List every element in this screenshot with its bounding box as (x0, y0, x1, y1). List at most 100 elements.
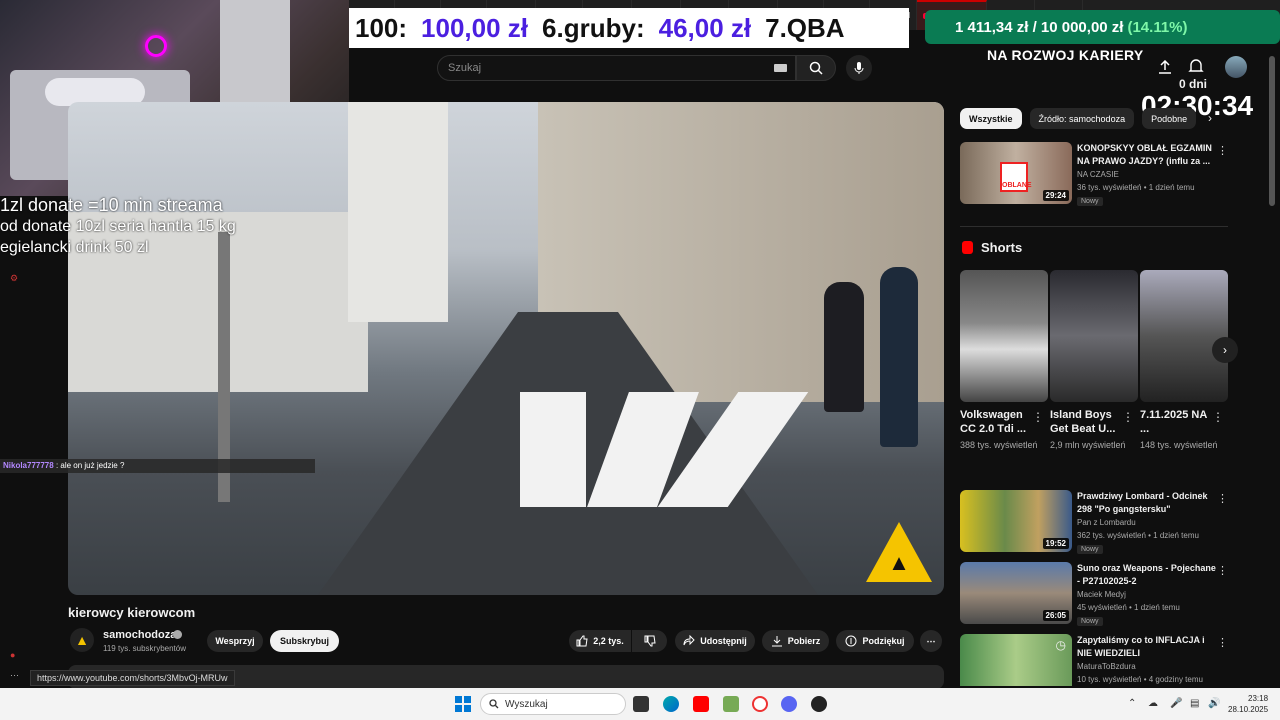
recommended-video[interactable]: ◷ Zapytaliśmy co to INFLACJA i NIE WIEDZ… (960, 634, 1228, 686)
donate-line: egielancki drink 50 zl (0, 239, 149, 256)
more-icon[interactable]: ⋯ (10, 670, 22, 682)
upload-icon[interactable] (1158, 59, 1172, 79)
video-channel[interactable]: Maciek Medyj (1077, 590, 1126, 599)
clock-icon: ◷ (1055, 638, 1066, 652)
chat-username: Nikola777778 (3, 461, 54, 470)
youtube-icon[interactable] (693, 696, 709, 712)
search-icon (489, 699, 499, 709)
kebab-menu-icon[interactable]: ⋮ (1217, 564, 1228, 577)
kebab-menu-icon[interactable]: ⋮ (1212, 410, 1224, 424)
divider (960, 226, 1228, 227)
short-title[interactable]: 7.11.2025 NA ... (1140, 408, 1216, 436)
join-button[interactable]: Wesprzyj (207, 630, 263, 652)
video-thumbnail[interactable]: 19:52 (960, 490, 1072, 552)
more-actions-button[interactable]: ⋯ (920, 630, 942, 652)
video-title[interactable]: Suno oraz Weapons - Pojechane - P2710202… (1077, 562, 1217, 588)
scrollbar[interactable] (1269, 56, 1275, 206)
short-title[interactable]: Island Boys Get Beat U... (1050, 408, 1126, 436)
volume-icon[interactable]: 🔊 (1208, 698, 1220, 709)
recommended-video[interactable]: OBLANE 29:24 KONOPSKYY OBLAŁ EGZAMIN NA … (960, 142, 1228, 206)
chevron-right-icon[interactable]: › (1208, 111, 1212, 125)
video-channel[interactable]: NA CZASIE (1077, 170, 1119, 179)
discord-icon[interactable] (781, 696, 797, 712)
network-icon[interactable]: ▤ (1190, 698, 1199, 709)
kebab-menu-icon[interactable]: ⋮ (1217, 144, 1228, 157)
short-title[interactable]: Volkswagen CC 2.0 Tdi ... (960, 408, 1036, 436)
share-button[interactable]: Udostępnij (675, 630, 755, 652)
search-button[interactable] (796, 55, 836, 81)
shorts-next-button[interactable]: › (1212, 337, 1238, 363)
chip-all[interactable]: Wszystkie (960, 108, 1022, 129)
donation-ticker: 100: 100,00 zł 6.gruby: 46,00 zł 7.QBA (349, 8, 909, 48)
windows-start-icon[interactable] (455, 696, 471, 712)
notifications-bell-icon[interactable] (1188, 58, 1204, 79)
clock-date: 28.10.2025 (1228, 705, 1269, 714)
task-view-icon[interactable] (633, 696, 649, 712)
video-title[interactable]: Zapytaliśmy co to INFLACJA i NIE WIEDZIE… (1077, 634, 1217, 660)
subscribe-button[interactable]: Subskrybuj (270, 630, 339, 652)
neon-light (145, 35, 167, 57)
opera-icon[interactable] (752, 696, 768, 712)
short-thumbnail[interactable] (1050, 270, 1138, 402)
kebab-menu-icon[interactable]: ⋮ (1032, 410, 1044, 424)
ticker-rank: 100: (355, 12, 408, 43)
video-thumbnail[interactable]: ◷ (960, 634, 1072, 686)
dislike-button[interactable] (632, 630, 667, 652)
ticker-amount: 100,00 zł (421, 12, 529, 43)
video-title[interactable]: Prawdziwy Lombard - Odcinek 298 "Po gang… (1077, 490, 1217, 516)
taskbar-search[interactable]: Wyszukaj (480, 693, 626, 715)
short-views: 388 tys. wyświetleń (960, 440, 1038, 450)
recommended-video[interactable]: 26:05 Suno oraz Weapons - Pojechane - P2… (960, 562, 1228, 626)
kebab-menu-icon[interactable]: ⋮ (1217, 492, 1228, 505)
days-counter: 0 dni (1179, 77, 1208, 91)
goal-amount: 1 411,34 zł / 10 000,00 zł (955, 18, 1124, 36)
video-channel[interactable]: Pan z Lombardu (1077, 518, 1136, 527)
like-button[interactable]: 2,2 tys. (569, 630, 631, 652)
video-meta: 36 tys. wyświetleń • 1 dzień temu (1077, 183, 1195, 192)
thumbnail-label: OBLANE (1000, 162, 1032, 192)
donate-line: od donate 10zl seria hantla 15 kg (0, 218, 236, 235)
new-badge: Nowy (1077, 197, 1103, 206)
settings-icon[interactable]: ⚙ (10, 273, 22, 285)
recommended-video[interactable]: 19:52 Prawdziwy Lombard - Odcinek 298 "P… (960, 490, 1228, 554)
cloud-icon[interactable]: ☁ (1148, 698, 1158, 709)
stream-icon[interactable]: ● (10, 650, 22, 662)
kebab-menu-icon[interactable]: ⋮ (1122, 410, 1134, 424)
app-icon[interactable] (723, 696, 739, 712)
kebab-menu-icon[interactable]: ⋮ (1217, 636, 1228, 649)
video-duration: 29:24 (1042, 190, 1069, 201)
video-building (348, 102, 448, 322)
search-input[interactable]: Szukaj (437, 55, 796, 81)
new-badge: Nowy (1077, 545, 1103, 554)
edge-icon[interactable] (663, 696, 679, 712)
video-thumbnail[interactable]: OBLANE 29:24 (960, 142, 1072, 204)
video-thumbnail[interactable]: 26:05 (960, 562, 1072, 624)
video-channel[interactable]: MaturaToBzdura (1077, 662, 1136, 671)
thanks-button[interactable]: Podziękuj (836, 630, 914, 652)
thumbs-up-icon (576, 635, 588, 647)
video-meta: 362 tys. wyświetleń • 1 dzień temu (1077, 531, 1199, 540)
user-avatar[interactable] (1225, 56, 1247, 78)
microphone-tray-icon[interactable]: 🎤 (1170, 698, 1182, 709)
chevron-up-icon[interactable]: ⌃ (1128, 698, 1136, 709)
ticker-rank: 6.gruby: (542, 12, 645, 43)
shorts-label: Shorts (981, 240, 1023, 255)
short-thumbnail[interactable] (1140, 270, 1228, 402)
app-icon[interactable] (811, 696, 827, 712)
warning-sign-icon: ▲ (866, 522, 932, 582)
channel-avatar[interactable]: ▲ (70, 628, 94, 652)
keyboard-icon[interactable] (774, 64, 787, 72)
channel-name[interactable]: samochodoza (103, 629, 176, 641)
crosswalk-stripe (520, 392, 586, 507)
short-thumbnail[interactable] (960, 270, 1048, 402)
system-clock[interactable]: 23:18 28.10.2025 (1228, 693, 1268, 715)
chip-related[interactable]: Podobne (1142, 108, 1197, 129)
video-title[interactable]: KONOPSKYY OBLAŁ EGZAMIN NA PRAWO JAZDY? … (1077, 142, 1217, 168)
voice-search-button[interactable] (846, 55, 872, 81)
pedestrian (880, 267, 918, 447)
video-player[interactable]: ▲ (68, 102, 944, 595)
download-button[interactable]: Pobierz (762, 630, 829, 652)
chip-source[interactable]: Źródło: samochodoza (1029, 108, 1135, 129)
donate-info-overlay: 1zl donate =10 min streama od donate 10z… (0, 195, 236, 258)
like-count: 2,2 tys. (593, 636, 624, 646)
